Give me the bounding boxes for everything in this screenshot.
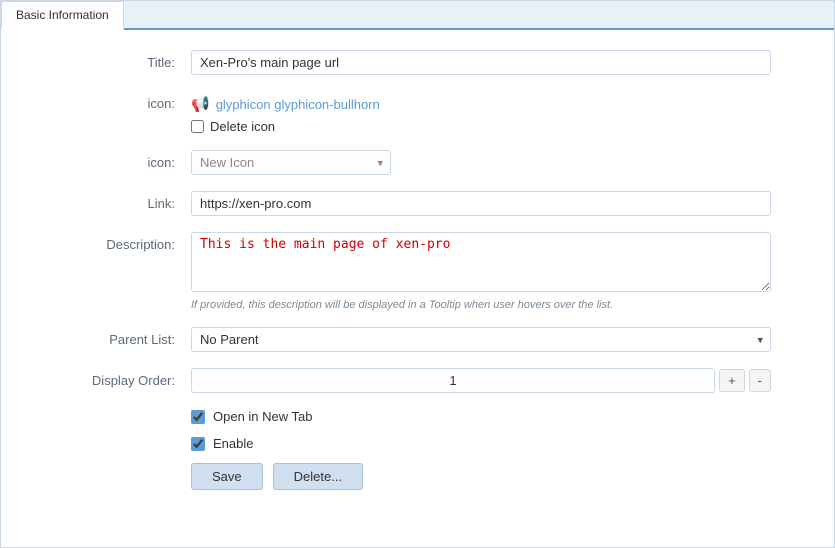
icon-class-text: glyphicon glyphicon-bullhorn (216, 97, 380, 112)
link-input-wrap (191, 191, 771, 216)
description-label: Description: (31, 232, 191, 252)
link-input[interactable] (191, 191, 771, 216)
description-row: Description: This is the main page of xe… (31, 232, 804, 311)
description-wrap: This is the main page of xen-pro If prov… (191, 232, 771, 311)
display-order-input[interactable] (191, 368, 715, 393)
icon-display: 📢 glyphicon glyphicon-bullhorn (191, 91, 771, 113)
display-order-row: Display Order: + - (31, 368, 804, 393)
icon-current-wrap: 📢 glyphicon glyphicon-bullhorn Delete ic… (191, 91, 771, 134)
title-input[interactable] (191, 50, 771, 75)
open-new-tab-checkbox[interactable] (191, 410, 205, 424)
parent-select-container: No Parent ▾ (191, 327, 771, 352)
delete-icon-checkbox[interactable] (191, 120, 204, 133)
title-input-wrap (191, 50, 771, 75)
display-order-minus-button[interactable]: - (749, 369, 771, 392)
description-hint: If provided, this description will be di… (191, 299, 771, 311)
link-label: Link: (31, 191, 191, 211)
page-container: Basic Information Title: icon: 📢 glyphic… (0, 0, 835, 548)
bullhorn-icon: 📢 (191, 95, 210, 113)
open-new-tab-label: Open in New Tab (213, 409, 313, 424)
parent-list-select[interactable]: No Parent (191, 327, 771, 352)
new-icon-row: icon: New Icon ▾ (31, 150, 804, 175)
display-order-wrap: + - (191, 368, 771, 393)
open-new-tab-row: Open in New Tab (31, 409, 804, 424)
form-area: Title: icon: 📢 glyphicon glyphicon-bullh… (1, 30, 834, 510)
button-row: Save Delete... (31, 463, 804, 490)
tab-bar: Basic Information (1, 1, 834, 30)
new-icon-label: icon: (31, 150, 191, 170)
enable-checkbox[interactable] (191, 437, 205, 451)
display-order-plus-button[interactable]: + (719, 369, 745, 392)
tab-basic-information[interactable]: Basic Information (1, 1, 124, 30)
icon-label: icon: (31, 91, 191, 111)
display-order-controls: + - (191, 368, 771, 393)
delete-icon-label: Delete icon (210, 119, 275, 134)
title-label: Title: (31, 50, 191, 70)
link-row: Link: (31, 191, 804, 216)
new-icon-select[interactable]: New Icon (191, 150, 391, 175)
new-icon-select-wrap: New Icon ▾ (191, 150, 391, 175)
title-row: Title: (31, 50, 804, 75)
enable-row: Enable (31, 436, 804, 451)
description-textarea[interactable]: This is the main page of xen-pro (191, 232, 771, 292)
save-button[interactable]: Save (191, 463, 263, 490)
enable-label: Enable (213, 436, 253, 451)
parent-list-wrap: No Parent ▾ (191, 327, 771, 352)
parent-list-row: Parent List: No Parent ▾ (31, 327, 804, 352)
new-icon-wrap: New Icon ▾ (191, 150, 771, 175)
parent-list-label: Parent List: (31, 327, 191, 347)
display-order-label: Display Order: (31, 368, 191, 388)
icon-current-row: icon: 📢 glyphicon glyphicon-bullhorn Del… (31, 91, 804, 134)
delete-icon-row: Delete icon (191, 119, 771, 134)
delete-button[interactable]: Delete... (273, 463, 363, 490)
